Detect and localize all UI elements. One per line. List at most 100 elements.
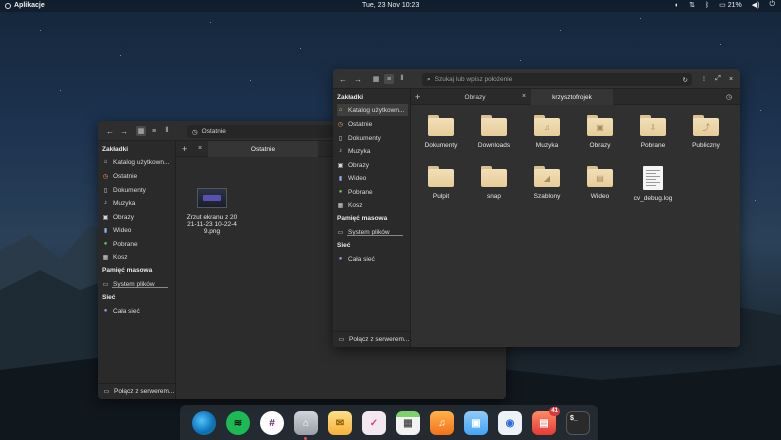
top-panel: Aplikacje Tue, 23 Nov 10:23 ◐ ⇅ ᛒ ▭ 21% … — [0, 0, 781, 12]
video-icon: ▮ — [103, 227, 108, 234]
sidebar-item-label: Dokumenty — [348, 134, 381, 142]
appcenter-icon[interactable]: ▤ 41 — [532, 407, 560, 435]
network-indicator-icon[interactable]: ⇅ — [689, 1, 695, 9]
sidebar-item-downloads[interactable]: ● Pobrane — [337, 186, 408, 198]
sidebar-item-home[interactable]: ⌂ Katalog użytkown... — [102, 156, 173, 168]
sidebar-item-documents[interactable]: ▯ Dokumenty — [102, 184, 173, 196]
forward-arrow-icon[interactable]: → — [352, 73, 364, 85]
spotify-icon[interactable]: ≋ — [226, 411, 250, 435]
battery-indicator[interactable]: ▭ 21% — [719, 1, 742, 9]
connect-label: Połącz z serwerem... — [114, 388, 175, 395]
file-item[interactable]: Pulpit — [415, 166, 467, 200]
mail-icon[interactable]: ✉ — [328, 411, 352, 435]
photos-icon[interactable]: ▣ — [464, 411, 488, 435]
file-item[interactable]: Downloads — [468, 115, 520, 149]
bluetooth-icon[interactable]: ᛒ — [705, 2, 709, 9]
maximize-icon[interactable]: ⤢ — [713, 73, 723, 85]
sidebar-item-pictures[interactable]: ▣ Obrazy — [102, 211, 173, 223]
tab-pictures[interactable]: Obrazy — [425, 89, 525, 105]
new-tab-icon[interactable]: + — [182, 144, 187, 154]
document-icon: ▯ — [338, 135, 343, 142]
search-input[interactable]: ⌕ Szukaj lub wpisz położenie ↻ — [422, 73, 692, 86]
file-item[interactable]: ♫ Muzyka — [521, 115, 573, 149]
file-item-screenshot[interactable]: Zrzut ekranu z 2021-11-23 10-22-49.png — [186, 186, 238, 235]
list-view-icon[interactable]: ≡ — [149, 126, 159, 136]
sidebar-item-label: Katalog użytkown... — [113, 158, 170, 166]
calendar-icon[interactable]: ▦ — [396, 411, 420, 435]
settings-icon[interactable]: ◉ — [498, 411, 522, 435]
sidebar-item-video[interactable]: ▮ Wideo — [102, 224, 173, 236]
file-label: Pulpit — [432, 193, 450, 200]
sidebar-item-recent[interactable]: ◷ Ostatnie — [337, 118, 408, 130]
file-item[interactable]: snap — [468, 166, 520, 200]
slack-icon[interactable]: # — [260, 411, 284, 435]
applications-menu[interactable]: Aplikacje — [5, 2, 45, 9]
folder-icon: ⇩ — [640, 115, 666, 136]
sidebar-title-bookmarks: Zakładki — [337, 94, 364, 101]
back-arrow-icon[interactable]: ← — [337, 73, 349, 85]
document-icon: ▯ — [103, 187, 108, 194]
file-item[interactable]: ⇩ Pobrane — [627, 115, 679, 149]
drive-usage-bar — [112, 287, 168, 288]
sidebar-item-video[interactable]: ▮ Wideo — [337, 172, 408, 184]
forward-arrow-icon[interactable]: → — [118, 125, 130, 137]
sidebar-item-trash[interactable]: ▦ Kosz — [337, 199, 408, 211]
connect-server-button[interactable]: ▭ Połącz z serwerem... — [333, 331, 410, 347]
sidebar-item-label: Cała sieć — [113, 307, 140, 315]
sidebar-item-filesystem[interactable]: ▭ System plików — [337, 226, 408, 238]
sidebar-item-home[interactable]: ⌂ Katalog użytkown... — [337, 104, 408, 116]
dock: ≋ # ⌂ ✉ ✓ ▦ ♫ ▣ ◉ ▤ 41 $_ — [180, 405, 598, 440]
sidebar-item-filesystem[interactable]: ▭ System plików — [102, 278, 173, 290]
sidebar-item-documents[interactable]: ▯ Dokumenty — [337, 132, 408, 144]
column-view-icon[interactable]: ⫴ — [397, 74, 407, 84]
terminal-icon[interactable]: $_ — [566, 411, 590, 435]
sidebar-item-network[interactable]: ● Cała sieć — [102, 305, 173, 317]
list-view-icon[interactable]: ≡ — [384, 74, 394, 84]
music-icon[interactable]: ♫ — [430, 411, 454, 435]
grid-view-icon[interactable]: ▦ — [371, 74, 381, 84]
power-icon[interactable]: ⏻ — [769, 1, 775, 9]
tasks-icon[interactable]: ✓ — [362, 411, 386, 435]
new-tab-icon[interactable]: + — [415, 92, 420, 102]
edge-icon[interactable] — [192, 411, 216, 435]
file-label: Muzyka — [535, 142, 559, 149]
sidebar-item-downloads[interactable]: ● Pobrane — [102, 238, 173, 250]
sidebar-item-pictures[interactable]: ▣ Obrazy — [337, 159, 408, 171]
sidebar-item-label: Pobrane — [113, 240, 138, 248]
close-tab-icon[interactable]: × — [198, 145, 202, 152]
grid-view-icon[interactable]: ▦ — [136, 126, 146, 136]
file-label: snap — [486, 193, 502, 200]
sidebar-item-label: Kosz — [348, 201, 363, 209]
file-item[interactable]: cv_debug.log — [627, 166, 679, 202]
sidebar-item-recent[interactable]: ◷ Ostatnie — [102, 170, 173, 182]
pictures-icon: ▣ — [337, 162, 344, 169]
network-icon: ● — [338, 256, 343, 262]
file-item[interactable]: ◢ Szablony — [521, 166, 573, 200]
notifications-icon[interactable]: ◐ — [675, 2, 679, 9]
files-icon[interactable]: ⌂ — [294, 411, 318, 435]
back-arrow-icon[interactable]: ← — [104, 125, 116, 137]
file-item[interactable]: Dokumenty — [415, 115, 467, 149]
server-icon: ▭ — [103, 389, 110, 395]
search-icon: ⌕ — [427, 75, 431, 83]
sidebar-item-music[interactable]: ♪ Muzyka — [102, 197, 173, 209]
menu-icon[interactable]: ⁝ — [699, 73, 709, 85]
tab-history-icon[interactable]: ◷ — [726, 93, 732, 101]
close-icon[interactable]: × — [726, 73, 736, 85]
tab-recent[interactable]: Ostatnie — [208, 141, 318, 157]
clock[interactable]: Tue, 23 Nov 10:23 — [362, 2, 419, 9]
sidebar-item-music[interactable]: ♪ Muzyka — [337, 145, 408, 157]
sidebar: Zakładki ⌂ Katalog użytkown... ◷ Ostatnie … — [98, 141, 176, 399]
sidebar-item-network[interactable]: ● Cała sieć — [337, 253, 408, 265]
file-item[interactable]: ▤ Wideo — [574, 166, 626, 200]
file-item[interactable]: ⤴ Publiczny — [680, 115, 732, 149]
column-view-icon[interactable]: ⫴ — [162, 126, 172, 136]
sidebar-item-trash[interactable]: ▦ Kosz — [102, 251, 173, 263]
folder-icon: ♫ — [534, 115, 560, 136]
connect-server-button[interactable]: ▭ Połącz z serwerem... — [98, 383, 175, 399]
file-item[interactable]: ▣ Obrazy — [574, 115, 626, 149]
tab-home[interactable]: krzysztofrojek — [531, 89, 613, 105]
close-tab-icon[interactable]: × — [522, 93, 526, 100]
reload-icon[interactable]: ↻ — [683, 76, 688, 84]
volume-icon[interactable]: ◀) — [752, 1, 760, 9]
